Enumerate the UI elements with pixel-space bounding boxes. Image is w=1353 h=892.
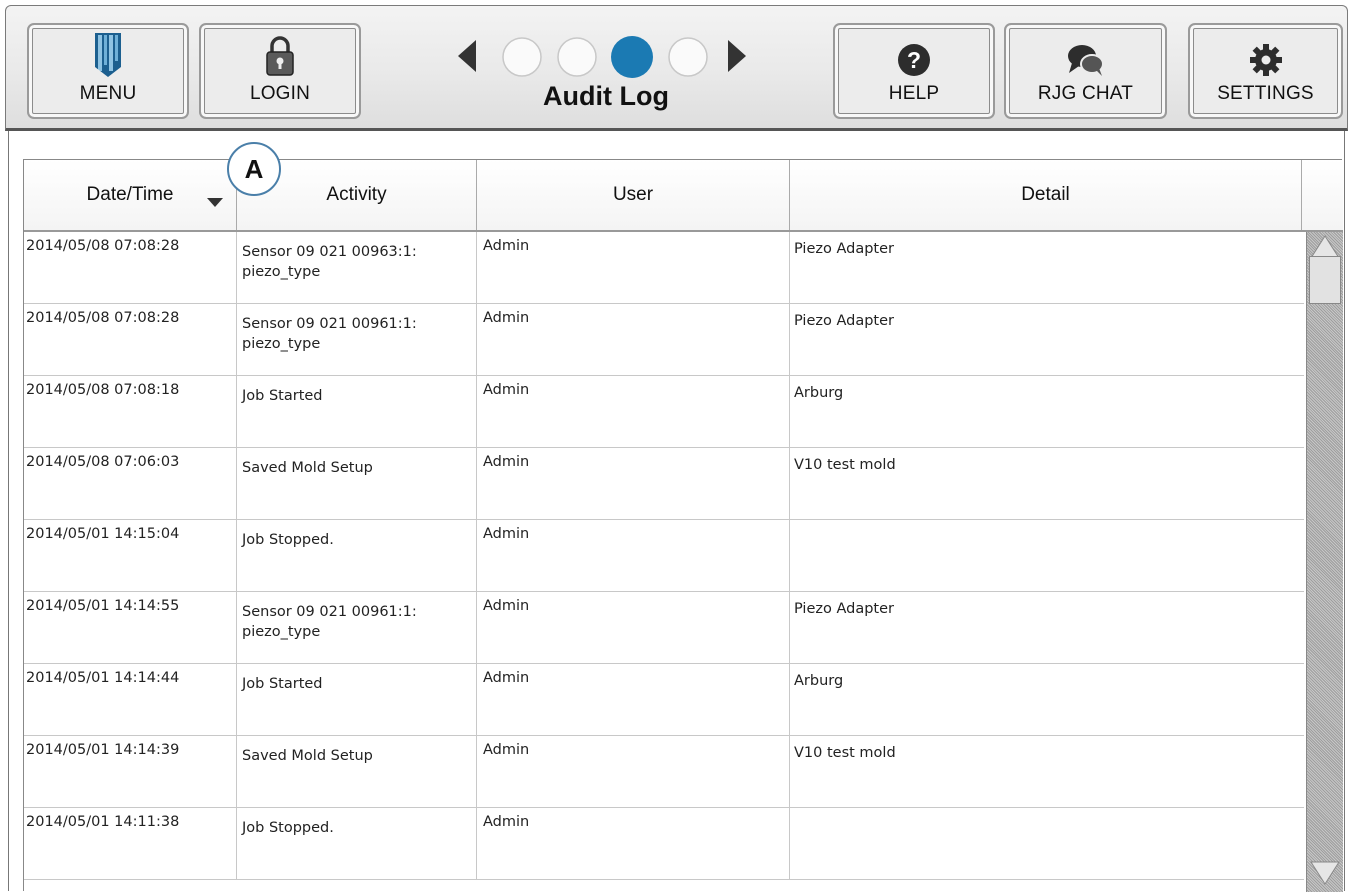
page-dot-3-active[interactable] [611,36,653,78]
activity-text: Sensor 09 021 00961:1: [242,604,417,620]
activity-text-line2: piezo_type [242,624,321,640]
vertical-scrollbar[interactable] [1306,232,1343,892]
date-time-cell: 2014/05/08 07:08:18 [24,376,237,448]
activity-text: Sensor 09 021 00961:1: [242,316,417,332]
callout-label: A [244,153,264,184]
column-header-date-time[interactable]: Date/Time [24,160,237,230]
user-cell: Admin [477,304,790,376]
user-cell: Admin [477,736,790,808]
activity-cell: Job Started [237,376,477,448]
activity-cell: Job Stopped. [237,520,477,592]
date-time-cell: 2014/05/01 14:14:39 [24,736,237,808]
table-row[interactable]: 2014/05/08 07:06:03 Saved Mold Setup Admin… [24,448,1304,520]
date-time-cell: 2014/05/08 07:08:28 [24,304,237,376]
audit-log-panel: Date/Time Activity User Detail 2014/05/0… [8,131,1345,892]
page-dot-4[interactable] [668,37,708,77]
table-row[interactable]: 2014/05/08 07:08:18 Job Started Admin Arbur… [24,376,1304,448]
table-header: Date/Time Activity User Detail [24,160,1343,232]
activity-cell: Sensor 09 021 00963:1: piezo_type [237,232,477,304]
column-header-label: Activity [326,184,387,205]
activity-cell: Job Started [237,664,477,736]
activity-cell: Sensor 09 021 00961:1: piezo_type [237,304,477,376]
detail-cell: Arburg [794,673,844,689]
detail-cell: V10 test mold [794,745,896,761]
user-cell: Admin [477,376,790,448]
activity-text: Saved Mold Setup [242,748,373,764]
date-time-cell: 2014/05/01 14:14:55 [24,592,237,664]
settings-button[interactable]: SETTINGS [1188,23,1343,119]
detail-cell [790,520,1304,592]
app-window: MENU LOGIN Audit Log ? HELP RJG CHAT SET… [0,0,1353,892]
user-cell: Admin [477,808,790,880]
audit-log-table: Date/Time Activity User Detail 2014/05/0… [23,159,1343,892]
activity-text: Job Stopped. [242,820,334,836]
help-icon: ? [897,43,931,77]
login-button[interactable]: LOGIN [199,23,361,119]
next-page-arrow-icon[interactable] [728,40,746,72]
page-title: Audit Log [543,81,669,111]
activity-cell: Sensor 09 021 00961:1: piezo_type [237,592,477,664]
detail-cell: Piezo Adapter [794,241,894,257]
activity-cell: Saved Mold Setup [237,448,477,520]
menu-label: MENU [79,83,137,104]
chat-bubbles-icon [1066,43,1106,77]
rjg-logo-icon [95,33,121,77]
date-time-cell: 2014/05/08 07:08:28 [24,232,237,304]
user-cell: Admin [477,592,790,664]
table-row[interactable]: 2014/05/01 14:11:38 Job Stopped. Admin [24,808,1304,880]
activity-text-line2: piezo_type [242,264,321,280]
callout-badge: A [227,142,281,196]
page-dot-1[interactable] [502,37,542,77]
column-header-user[interactable]: User [477,160,790,230]
table-row[interactable]: 2014/05/01 14:15:04 Job Stopped. Admin [24,520,1304,592]
help-label: HELP [888,83,940,104]
activity-text: Job Started [242,676,323,692]
activity-text: Job Started [242,388,323,404]
page-dot-2[interactable] [557,37,597,77]
column-header-detail[interactable]: Detail [790,160,1302,230]
date-time-cell: 2014/05/01 14:11:38 [24,808,237,880]
menu-button[interactable]: MENU [27,23,189,119]
top-toolbar: MENU LOGIN Audit Log ? HELP RJG CHAT SET… [5,5,1348,131]
detail-cell: V10 test mold [794,457,896,473]
column-header-label: Date/Time [86,184,174,205]
rjg-chat-label: RJG CHAT [1037,83,1134,104]
activity-cell: Job Stopped. [237,808,477,880]
help-button[interactable]: ? HELP [833,23,995,119]
table-row[interactable]: 2014/05/08 07:08:28 Sensor 09 021 00961:1… [24,304,1304,376]
login-label: LOGIN [249,83,311,104]
column-header-label: User [612,184,654,205]
user-cell: Admin [477,448,790,520]
detail-cell [790,808,1304,880]
prev-page-arrow-icon[interactable] [458,40,476,72]
sort-descending-icon [207,192,223,214]
user-cell: Admin [477,664,790,736]
scroll-down-arrow-icon[interactable] [1309,858,1341,888]
lock-icon [265,35,295,77]
detail-cell: Piezo Adapter [794,601,894,617]
page-indicator [456,34,746,80]
table-row[interactable]: 2014/05/01 14:14:55 Sensor 09 021 00961:1… [24,592,1304,664]
date-time-cell: 2014/05/01 14:14:44 [24,664,237,736]
user-cell: Admin [477,232,790,304]
detail-cell: Arburg [794,385,844,401]
svg-text:?: ? [907,47,921,73]
activity-text-line2: piezo_type [242,336,321,352]
activity-text: Sensor 09 021 00963:1: [242,244,417,260]
date-time-cell: 2014/05/08 07:06:03 [24,448,237,520]
gear-icon [1249,43,1283,77]
activity-text: Saved Mold Setup [242,460,373,476]
activity-text: Job Stopped. [242,532,334,548]
detail-cell: Piezo Adapter [794,313,894,329]
date-time-cell: 2014/05/01 14:15:04 [24,520,237,592]
table-row[interactable]: 2014/05/01 14:14:44 Job Started Admin Arbur… [24,664,1304,736]
scrollbar-thumb[interactable] [1309,256,1341,304]
table-row[interactable]: 2014/05/08 07:08:28 Sensor 09 021 00963:1… [24,232,1304,304]
column-header-label: Detail [1021,184,1070,205]
activity-cell: Saved Mold Setup [237,736,477,808]
user-cell: Admin [477,520,790,592]
table-row[interactable]: 2014/05/01 14:14:39 Saved Mold Setup Admin… [24,736,1304,808]
settings-label: SETTINGS [1217,83,1314,104]
rjg-chat-button[interactable]: RJG CHAT [1004,23,1167,119]
